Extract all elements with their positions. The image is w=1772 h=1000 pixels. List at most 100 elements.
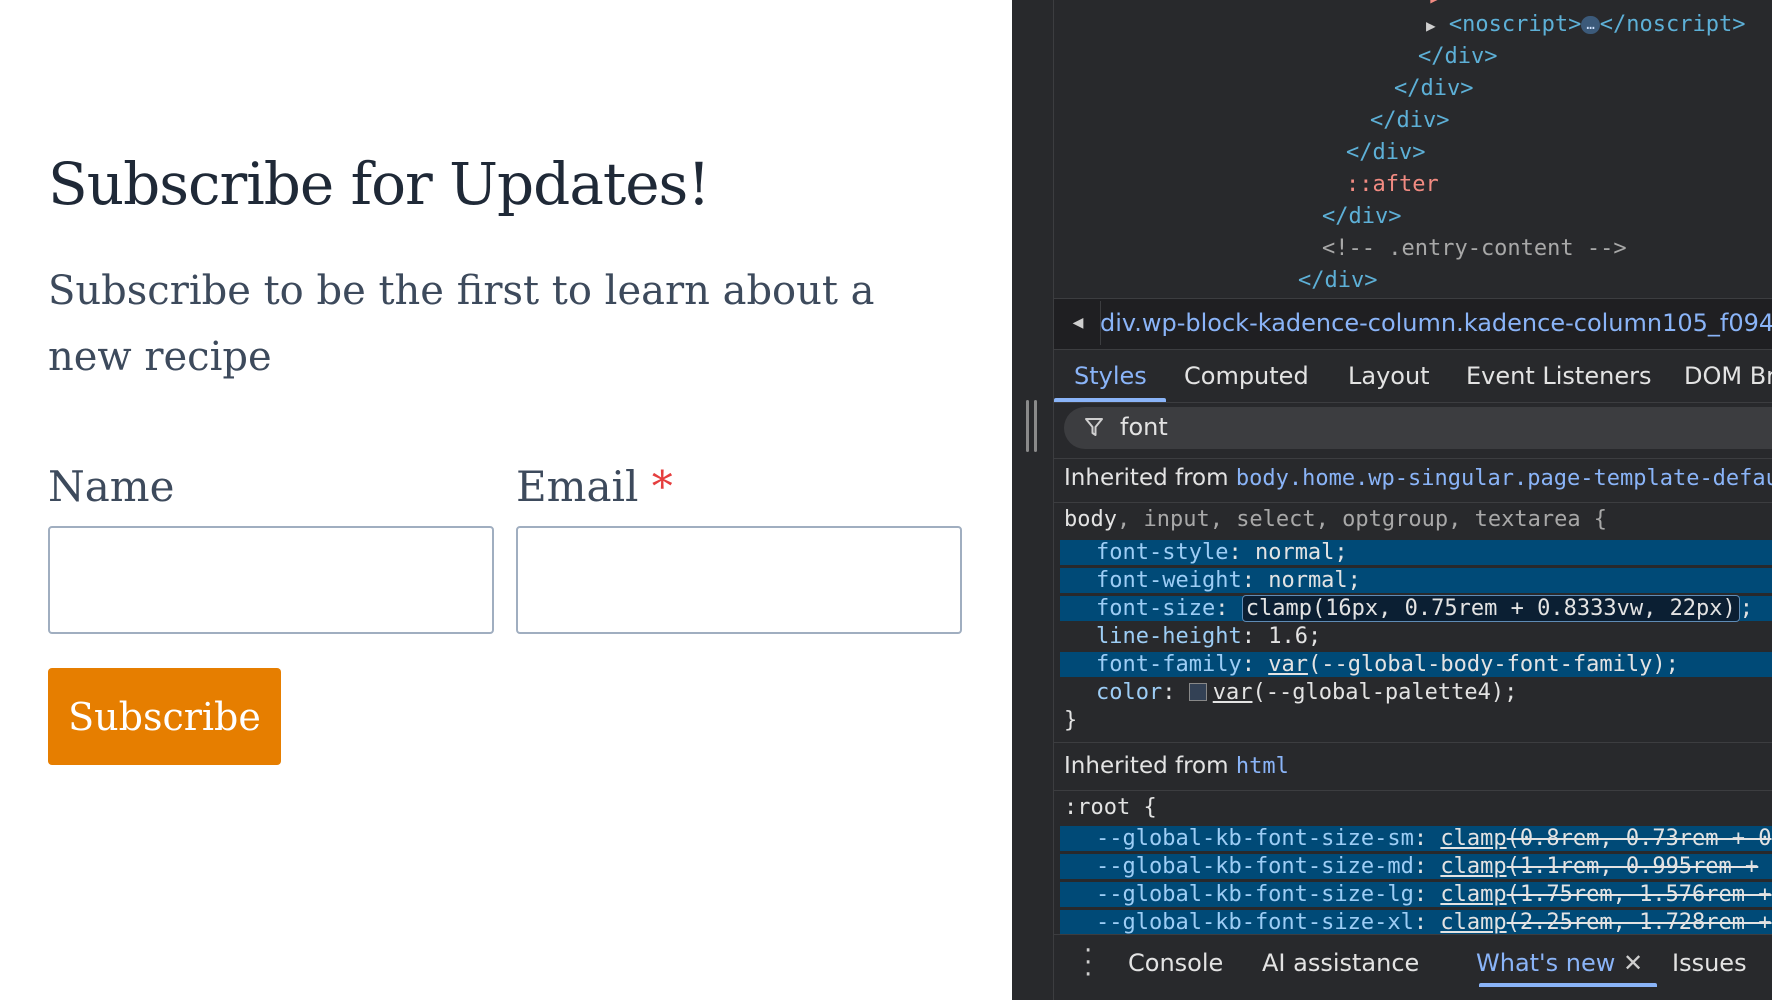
decl-fn[interactable]: var: [1268, 652, 1308, 677]
name-label-text: Name: [48, 462, 175, 511]
declaration-color[interactable]: color: var(--global-palette4);: [1060, 680, 1772, 705]
decl-value: normal;: [1268, 568, 1361, 593]
dom-line[interactable]: </div>: [1346, 140, 1425, 165]
expand-arrow-icon[interactable]: ▶: [1426, 16, 1436, 35]
declaration-font-size[interactable]: font-size: clamp(16px, 0.75rem + 0.8333v…: [1060, 595, 1772, 622]
breadcrumb-item[interactable]: div.wp-block-kadence-column.kadence-colu…: [1100, 309, 1772, 337]
devtools-panel: ▸ ▶ <noscript>…</noscript> </div> </div>…: [1054, 0, 1772, 1000]
tab-computed[interactable]: Computed: [1184, 362, 1309, 390]
page-viewport: Subscribe for Updates! Subscribe to be t…: [0, 0, 1012, 1000]
declaration-line-height[interactable]: line-height: 1.6;: [1060, 624, 1772, 649]
decl-value: (1.75rem, 1.576rem +: [1506, 882, 1772, 907]
decl-prop: color: [1096, 680, 1163, 705]
drawer-tab-issues[interactable]: Issues: [1672, 949, 1747, 977]
declaration-font-family[interactable]: font-family: var(--global-body-font-fami…: [1060, 652, 1772, 677]
styles-filter-input[interactable]: font: [1064, 407, 1772, 449]
dom-line[interactable]: </div>: [1298, 268, 1377, 293]
color-swatch[interactable]: [1188, 683, 1207, 701]
decl-prop: line-height: [1096, 624, 1242, 649]
divider: [1054, 502, 1772, 503]
resizer-grip-right: [1034, 400, 1037, 452]
active-tab-indicator: [1054, 398, 1166, 402]
form-title: Subscribe for Updates!: [48, 150, 711, 218]
breadcrumb-scroll-left-icon[interactable]: ◀: [1056, 301, 1101, 345]
dom-line[interactable]: </div>: [1370, 108, 1449, 133]
rule-close-brace: }: [1064, 708, 1078, 733]
decl-fn: clamp: [1440, 854, 1507, 879]
decl-suffix: ;: [1739, 596, 1754, 621]
drawer-tab-whats-new[interactable]: What's new ✕: [1476, 949, 1643, 977]
subscribe-button[interactable]: Subscribe: [48, 668, 281, 765]
decl-prop: --global-kb-font-size-md: [1096, 854, 1414, 879]
resizer-grip-left: [1026, 400, 1029, 452]
name-input[interactable]: [48, 526, 494, 634]
decl-prop: --global-kb-font-size-lg: [1096, 882, 1414, 907]
dom-comment[interactable]: <!-- .entry-content -->: [1322, 236, 1627, 261]
decl-value: (0.8rem, 0.73rem + 0: [1506, 826, 1772, 851]
active-drawer-tab-indicator: [1479, 983, 1657, 987]
declaration-root-var[interactable]: --global-kb-font-size-md: clamp(1.1rem, …: [1060, 854, 1772, 879]
inherited-section-header-html: Inherited from html: [1054, 742, 1772, 788]
inherited-selector-link[interactable]: body.home.wp-singular.page-template-defa…: [1236, 466, 1772, 491]
devtools-resizer[interactable]: [1012, 0, 1054, 1000]
tab-dom-breakpoints[interactable]: DOM Br: [1684, 362, 1772, 390]
inherited-label: Inherited from: [1064, 465, 1229, 491]
divider: [1054, 790, 1772, 791]
noscript-close: </noscript>: [1599, 12, 1746, 37]
dom-line[interactable]: </div>: [1418, 44, 1497, 69]
filter-icon: [1085, 418, 1103, 436]
decl-prop: --global-kb-font-size-xl: [1096, 910, 1414, 935]
more-options-icon[interactable]: · · ·: [1084, 938, 1092, 988]
email-input[interactable]: [516, 526, 962, 634]
dom-line-partial: ▸: [1428, 0, 1441, 11]
decl-prop: font-size: [1096, 596, 1216, 621]
subscribe-button-label: Subscribe: [68, 694, 261, 739]
decl-prop: font-weight: [1096, 568, 1242, 593]
declaration-font-weight[interactable]: font-weight: normal;: [1060, 568, 1772, 593]
rule-selector-rest: , input, select, optgroup, textarea {: [1116, 507, 1608, 532]
decl-prop: font-style: [1096, 540, 1229, 565]
decl-value: (2.25rem, 1.728rem +: [1506, 910, 1772, 935]
drawer-tab-ai-assistance[interactable]: AI assistance: [1262, 949, 1419, 977]
name-label: Name: [48, 462, 174, 511]
decl-fn: clamp: [1440, 882, 1507, 907]
decl-fn[interactable]: var: [1213, 680, 1253, 705]
declaration-font-style[interactable]: font-style: normal;: [1060, 540, 1772, 565]
drawer-tab-whats-new-label: What's new: [1476, 949, 1616, 977]
decl-fn: clamp: [1440, 910, 1507, 935]
decl-prop: --global-kb-font-size-sm: [1096, 826, 1414, 851]
inherited-selector-link[interactable]: html: [1236, 754, 1289, 779]
decl-fn: clamp: [1440, 826, 1507, 851]
decl-prop: font-family: [1096, 652, 1242, 677]
tab-layout[interactable]: Layout: [1348, 362, 1430, 390]
declaration-root-var[interactable]: --global-kb-font-size-xl: clamp(2.25rem,…: [1060, 910, 1772, 935]
email-label-text: Email: [516, 462, 639, 511]
decl-value: 1.6;: [1268, 624, 1322, 649]
breadcrumb: ◀ div.wp-block-kadence-column.kadence-co…: [1054, 298, 1772, 350]
tab-event-listeners[interactable]: Event Listeners: [1466, 362, 1651, 390]
root-selector[interactable]: :root {: [1064, 795, 1157, 820]
tab-styles[interactable]: Styles: [1074, 362, 1147, 390]
decl-value: (--global-palette4);: [1252, 680, 1518, 705]
rule-selector[interactable]: body, input, select, optgroup, textarea …: [1064, 507, 1607, 532]
email-label: Email *: [516, 462, 673, 511]
devtools-drawer-tabbar: · · · Console AI assistance What's new ✕ I…: [1054, 934, 1772, 1000]
decl-value: (--global-body-font-family);: [1307, 652, 1679, 677]
rule-selector-match: body: [1064, 507, 1117, 532]
decl-value-highlighted[interactable]: clamp(16px, 0.75rem + 0.8333vw, 22px): [1241, 595, 1740, 622]
declaration-root-var[interactable]: --global-kb-font-size-sm: clamp(0.8rem, …: [1060, 826, 1772, 851]
decl-value: (1.1rem, 0.995rem +: [1506, 854, 1759, 879]
dom-line[interactable]: </div>: [1322, 204, 1401, 229]
dom-line[interactable]: </div>: [1394, 76, 1473, 101]
noscript-open: <noscript>: [1448, 12, 1582, 37]
dom-line-pseudo[interactable]: ::after: [1346, 172, 1439, 197]
inherited-label: Inherited from: [1064, 753, 1229, 779]
devtools-tabbar: Styles Computed Layout Event Listeners D…: [1054, 350, 1772, 403]
drawer-tab-console[interactable]: Console: [1128, 949, 1223, 977]
collapsed-ellipsis-badge[interactable]: …: [1581, 16, 1600, 34]
declaration-root-var[interactable]: --global-kb-font-size-lg: clamp(1.75rem,…: [1060, 882, 1772, 907]
decl-value: normal;: [1254, 540, 1348, 565]
close-icon[interactable]: ✕: [1623, 949, 1643, 977]
dom-noscript-row[interactable]: ▶ <noscript>… </noscript>: [1426, 12, 1745, 37]
filter-value: font: [1120, 413, 1168, 441]
